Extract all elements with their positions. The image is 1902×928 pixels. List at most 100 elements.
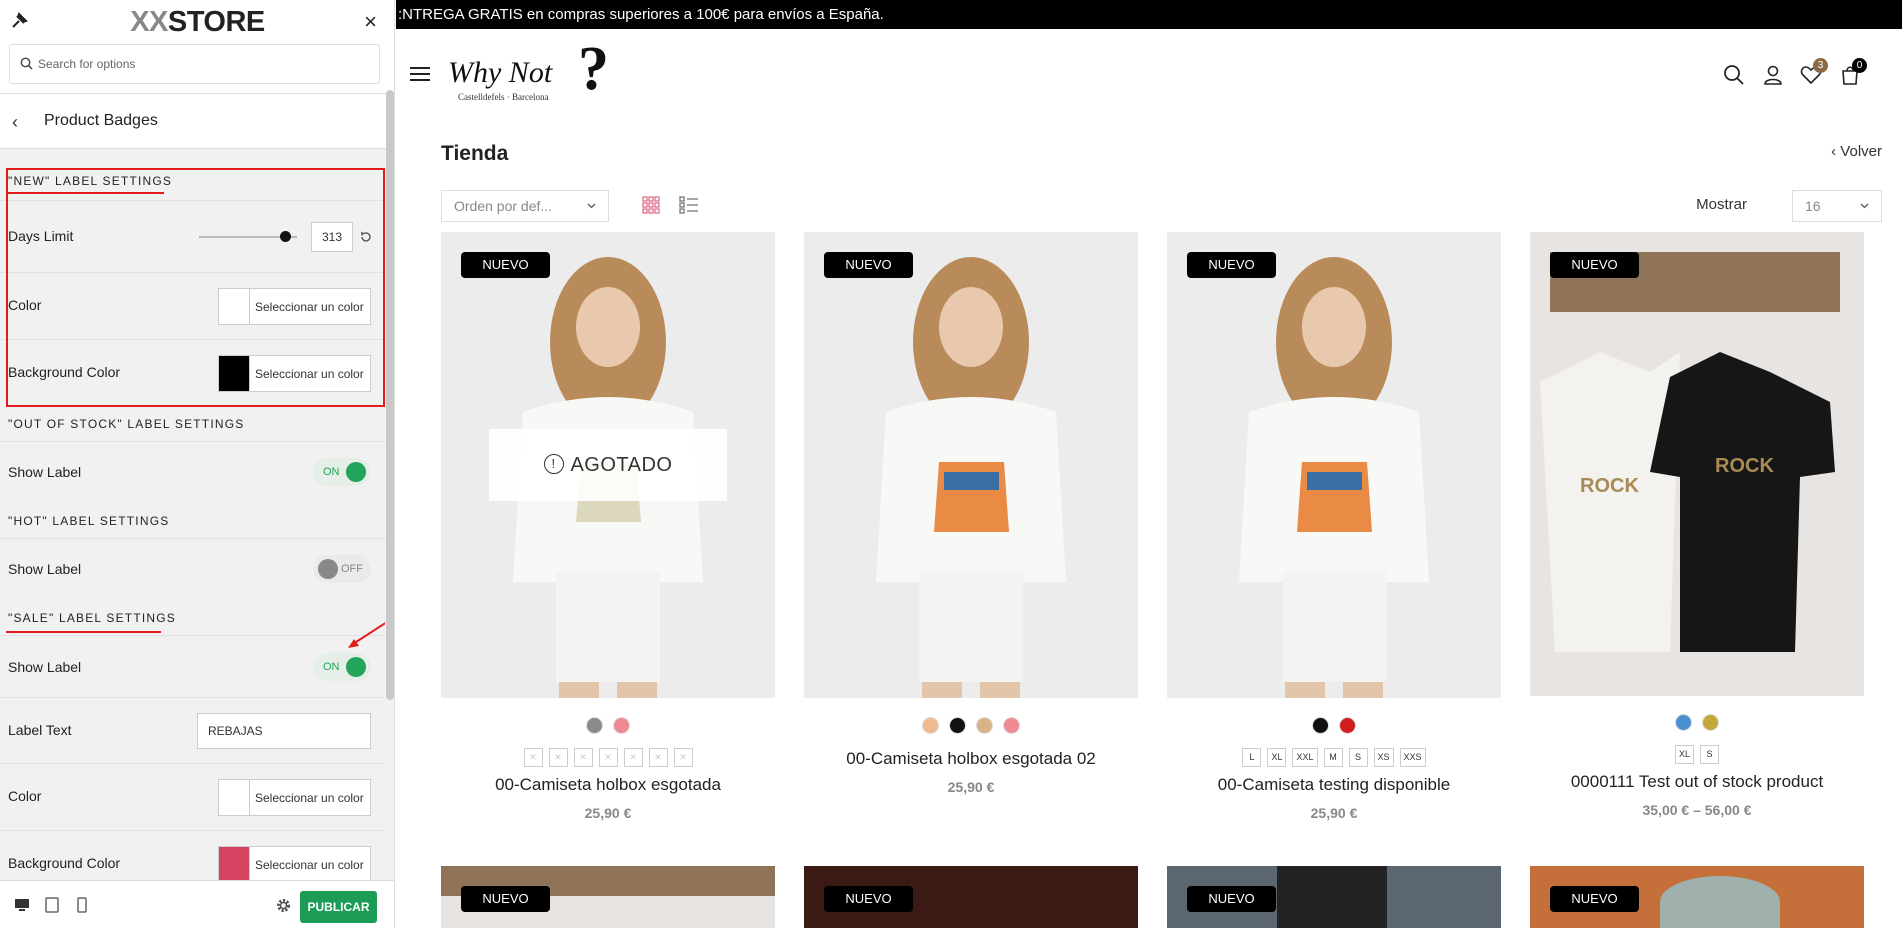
size-option[interactable]: XS bbox=[1373, 748, 1394, 767]
new-bg-color-label: Background Color bbox=[8, 364, 121, 380]
color-swatch[interactable] bbox=[613, 717, 630, 734]
size-option-disabled[interactable]: ✕ bbox=[648, 748, 668, 767]
color-swatch[interactable] bbox=[1003, 717, 1020, 734]
product-card[interactable]: NUEVO bbox=[1167, 866, 1501, 928]
toggle-knob bbox=[346, 657, 366, 677]
product-price: 35,00 € – 56,00 € bbox=[1642, 802, 1752, 818]
list-view-icon[interactable] bbox=[679, 196, 699, 214]
size-option[interactable]: M bbox=[1323, 748, 1343, 767]
color-swatch[interactable] bbox=[1675, 714, 1692, 731]
sale-show-row: Show Label ON bbox=[0, 635, 385, 697]
back-button[interactable]: ‹ bbox=[12, 112, 18, 133]
product-card[interactable]: ROCK ROCK NUEVO XL S 0000111 Test out of … bbox=[1530, 232, 1864, 818]
new-bg-color-picker[interactable]: Seleccionar un color bbox=[218, 355, 371, 392]
product-image[interactable]: NUEVO ! AGOTADO bbox=[441, 232, 775, 698]
size-option-disabled[interactable]: ✕ bbox=[673, 748, 693, 767]
color-swatches bbox=[1530, 714, 1864, 736]
new-color-picker[interactable]: Seleccionar un color bbox=[218, 288, 371, 325]
new-bg-color-row: Background Color Seleccionar un color bbox=[0, 339, 385, 406]
color-swatch[interactable] bbox=[1702, 714, 1719, 731]
new-badge: NUEVO bbox=[1550, 252, 1639, 278]
color-swatches bbox=[1167, 717, 1501, 739]
product-card[interactable]: NUEVO ! AGOTADO ✕ ✕ ✕ ✕ ✕ ✕ ✕ 00-Camiseta holb… bbox=[441, 232, 775, 821]
new-badge: NUEVO bbox=[1187, 252, 1276, 278]
size-options: XL S bbox=[1530, 744, 1864, 764]
search-icon[interactable] bbox=[1723, 64, 1745, 86]
color-swatches bbox=[804, 717, 1138, 739]
size-option[interactable]: S bbox=[1700, 745, 1719, 764]
mobile-preview-icon[interactable] bbox=[74, 897, 90, 913]
sale-bg-color-picker[interactable]: Seleccionar un color bbox=[218, 846, 371, 880]
color-swatch[interactable] bbox=[586, 717, 603, 734]
publish-button[interactable]: PUBLICAR bbox=[300, 891, 377, 923]
sale-label-text-label: Label Text bbox=[8, 722, 72, 738]
sale-bg-color-swatch[interactable] bbox=[219, 847, 250, 880]
svg-text:ROCK: ROCK bbox=[1580, 475, 1639, 497]
sale-show-label: Show Label bbox=[8, 659, 82, 675]
sale-toggle[interactable]: ON bbox=[313, 653, 371, 681]
gear-icon[interactable] bbox=[275, 897, 292, 914]
per-page-value: 16 bbox=[1805, 198, 1821, 214]
size-option-disabled[interactable]: ✕ bbox=[523, 748, 543, 767]
product-name[interactable]: 0000111 Test out of stock product bbox=[1530, 772, 1864, 792]
size-option-disabled[interactable]: ✕ bbox=[623, 748, 643, 767]
color-swatch[interactable] bbox=[949, 717, 966, 734]
size-option-disabled[interactable]: ✕ bbox=[548, 748, 568, 767]
size-option-disabled[interactable]: ✕ bbox=[573, 748, 593, 767]
sale-color-swatch[interactable] bbox=[219, 780, 250, 815]
tablet-preview-icon[interactable] bbox=[44, 897, 60, 913]
out-of-stock-group-title: "OUT OF STOCK" LABEL SETTINGS bbox=[8, 417, 245, 431]
product-card[interactable]: NUEVO L XL XXL M S XS XXS 00-Camiseta testing … bbox=[1167, 232, 1501, 821]
new-color-swatch[interactable] bbox=[219, 289, 250, 324]
product-image[interactable]: NUEVO bbox=[1167, 232, 1501, 698]
size-option[interactable]: S bbox=[1348, 748, 1368, 767]
product-card[interactable]: NUEVO 00-Camiseta holbox esgotada 02 25,… bbox=[804, 232, 1138, 795]
product-name[interactable]: 00-Camiseta testing disponible bbox=[1167, 775, 1501, 795]
reset-icon[interactable] bbox=[359, 230, 373, 244]
sidebar-scrollbar[interactable] bbox=[386, 90, 394, 700]
site-logo[interactable]: Why Not ? Castelldefels · Barcelona bbox=[448, 38, 618, 104]
search-input[interactable] bbox=[38, 53, 368, 75]
new-badge: NUEVO bbox=[1187, 886, 1276, 912]
color-swatch[interactable] bbox=[922, 717, 939, 734]
days-limit-input[interactable]: 313 bbox=[311, 222, 353, 252]
user-icon[interactable] bbox=[1762, 64, 1784, 86]
back-link[interactable]: ‹ Volver bbox=[1831, 143, 1882, 160]
sale-label-text-input[interactable]: REBAJAS bbox=[197, 713, 371, 749]
size-option[interactable]: L bbox=[1242, 748, 1262, 767]
size-option[interactable]: XXL bbox=[1292, 748, 1318, 767]
product-card[interactable]: NUEVO bbox=[1530, 866, 1864, 928]
size-option[interactable]: XL bbox=[1267, 748, 1287, 767]
product-name[interactable]: 00-Camiseta holbox esgotada bbox=[441, 775, 775, 795]
annotation-underline bbox=[6, 631, 161, 633]
hot-group-title: "HOT" LABEL SETTINGS bbox=[8, 514, 170, 528]
grid-view-icon[interactable] bbox=[642, 196, 660, 214]
product-card[interactable]: NUEVO bbox=[441, 866, 775, 928]
color-swatch[interactable] bbox=[1312, 717, 1329, 734]
hamburger-menu-icon[interactable] bbox=[410, 67, 430, 81]
per-page-select[interactable]: 16 bbox=[1792, 190, 1882, 222]
size-option[interactable]: XL bbox=[1674, 745, 1694, 764]
sale-color-picker[interactable]: Seleccionar un color bbox=[218, 779, 371, 816]
desktop-preview-icon[interactable] bbox=[14, 897, 30, 913]
out-of-stock-toggle[interactable]: ON bbox=[313, 458, 371, 486]
product-card[interactable]: NUEVO bbox=[804, 866, 1138, 928]
product-image[interactable]: ROCK ROCK NUEVO bbox=[1530, 232, 1864, 696]
color-swatch[interactable] bbox=[1339, 717, 1356, 734]
new-color-label: Color bbox=[8, 297, 42, 313]
hot-toggle[interactable]: OFF bbox=[313, 555, 371, 583]
model-photo-icon bbox=[1167, 232, 1501, 698]
days-limit-slider-handle[interactable] bbox=[280, 231, 292, 242]
new-bg-color-swatch[interactable] bbox=[219, 356, 250, 391]
sort-select[interactable]: Orden por def... bbox=[441, 190, 609, 222]
xstore-logo: XXSTORE bbox=[0, 6, 394, 39]
size-option[interactable]: XXS bbox=[1399, 748, 1426, 767]
product-image[interactable]: NUEVO bbox=[804, 232, 1138, 698]
logo-suffix: STORE bbox=[167, 6, 265, 38]
color-swatch[interactable] bbox=[976, 717, 993, 734]
size-options: ✕ ✕ ✕ ✕ ✕ ✕ ✕ bbox=[441, 747, 775, 767]
search-icon bbox=[20, 57, 33, 70]
close-icon[interactable]: × bbox=[364, 9, 377, 35]
product-name[interactable]: 00-Camiseta holbox esgotada 02 bbox=[804, 749, 1138, 769]
size-option-disabled[interactable]: ✕ bbox=[598, 748, 618, 767]
